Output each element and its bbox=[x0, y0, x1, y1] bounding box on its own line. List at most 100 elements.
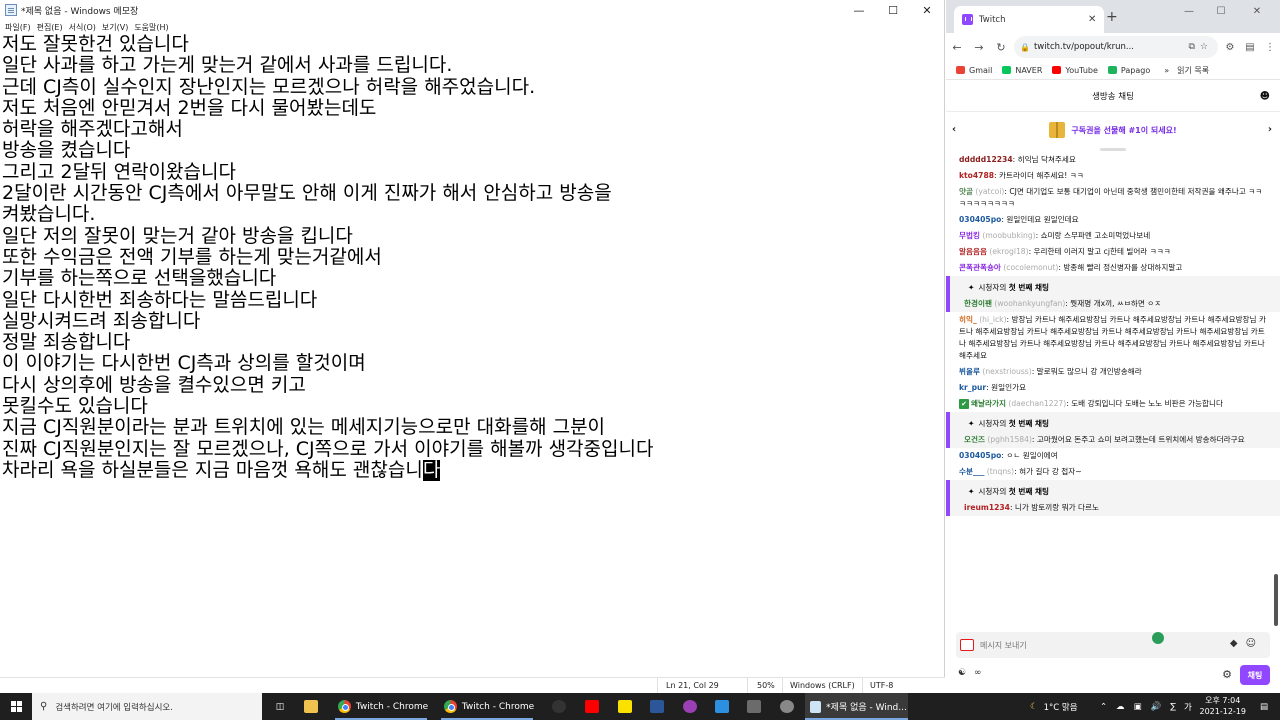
more-menu-icon[interactable]: ⋮ bbox=[1260, 42, 1280, 53]
bookmark-naver[interactable]: NAVER bbox=[1002, 66, 1042, 75]
bookmark-youtube[interactable]: YouTube bbox=[1052, 66, 1098, 75]
bookmark-label: Papago bbox=[1120, 65, 1151, 75]
share-star-icons[interactable]: ⧉☆ bbox=[1189, 42, 1219, 52]
chat-username[interactable]: 030405po bbox=[959, 451, 1001, 460]
menu-format[interactable]: 서식(O) bbox=[67, 20, 100, 34]
chat-username[interactable]: 히익_ bbox=[959, 315, 977, 324]
chrome-maximize-button[interactable]: ☐ bbox=[1206, 0, 1236, 22]
app-icon-2[interactable] bbox=[678, 693, 702, 720]
chat-username[interactable]: kr_pur bbox=[959, 383, 986, 392]
users-icon[interactable]: ☻ bbox=[1260, 91, 1270, 102]
chat-username[interactable]: ddddd12234 bbox=[959, 155, 1013, 164]
word-icon[interactable] bbox=[645, 693, 669, 720]
tab-twitch[interactable]: Twitch ✕ bbox=[954, 6, 1104, 33]
chat-message: 수분___ (tnqns): 혀가 길다 강 접자~ bbox=[946, 464, 1280, 480]
chevron-up-icon[interactable]: ⌃ bbox=[1100, 702, 1107, 712]
new-tab-button[interactable]: + bbox=[1106, 9, 1118, 25]
volume-icon[interactable]: 🔊 bbox=[1151, 702, 1162, 712]
chrome-close-button[interactable]: ✕ bbox=[1242, 0, 1272, 22]
app-icon-4[interactable] bbox=[742, 693, 766, 720]
bookmark-papago[interactable]: Papago bbox=[1107, 65, 1151, 75]
tab-search-icon[interactable]: ▤ bbox=[1240, 42, 1260, 53]
taskbar-chrome-2[interactable]: Twitch - Chrome bbox=[437, 693, 537, 720]
last-line-text: 차라리 욕을 하실분들은 지금 마음껏 욕해도 괜찮습니 bbox=[2, 458, 423, 481]
network-icon[interactable]: ▣ bbox=[1134, 702, 1142, 712]
bookmark-gmail[interactable]: Gmail bbox=[956, 66, 992, 75]
reading-list[interactable]: 읽기 목록 bbox=[1177, 65, 1209, 76]
grammarly-icon[interactable] bbox=[1152, 632, 1164, 644]
chat-username[interactable]: kto4788 bbox=[959, 171, 994, 180]
taskbar-app-label: *제목 없음 - Wind... bbox=[826, 703, 907, 713]
chat-input[interactable]: 메시지 보내기 ◆☺ bbox=[956, 632, 1270, 658]
chat-message: 무법킹 (moobubking): 쇼미랑 스무파멘 고소미먹었나보네 bbox=[946, 228, 1280, 244]
windows-logo-icon bbox=[10, 701, 22, 712]
app-icon-3[interactable] bbox=[710, 693, 734, 720]
chrome-minimize-button[interactable]: — bbox=[1174, 0, 1204, 22]
chat-username[interactable]: 수분___ bbox=[959, 467, 984, 476]
chat-username[interactable]: 무법킹 bbox=[959, 231, 980, 240]
menu-file[interactable]: 파일(F) bbox=[3, 20, 35, 34]
chat-username[interactable]: 오건즈 bbox=[964, 435, 985, 444]
chat-user-id: (moobubking) bbox=[982, 231, 1036, 240]
menu-help[interactable]: 도움말(H) bbox=[132, 20, 172, 34]
chevron-left-icon[interactable]: ‹ bbox=[952, 124, 956, 135]
close-tab-icon[interactable]: ✕ bbox=[1088, 14, 1104, 25]
sub-gift-banner[interactable]: ‹ 구독권을 선물해 #1이 되세요! › bbox=[946, 112, 1280, 148]
chat-username[interactable]: 왜날라가지 bbox=[971, 399, 1006, 408]
taskbar-chrome-1[interactable]: Twitch - Chrome bbox=[331, 693, 431, 720]
chat-username[interactable]: 알음음음 bbox=[959, 247, 987, 256]
chat-send-button[interactable]: 채팅 bbox=[1240, 665, 1270, 685]
forward-icon[interactable]: → bbox=[968, 41, 990, 54]
notification-icon[interactable]: ▤ bbox=[1260, 693, 1268, 720]
kakaotalk-icon[interactable] bbox=[613, 693, 637, 720]
first-chat-prefix: 시청자의 bbox=[978, 487, 1007, 496]
chat-messages[interactable]: ddddd12234: 히익님 닥쳐주세요 kto4788: 카트라이더 해주세요… bbox=[946, 152, 1280, 632]
menu-edit[interactable]: 편집(E) bbox=[35, 20, 67, 34]
cloud-icon[interactable]: ☁ bbox=[1116, 702, 1125, 712]
chat-user-id: (woohankyungfan) bbox=[994, 299, 1066, 308]
start-button[interactable] bbox=[0, 693, 32, 720]
youtube-icon[interactable] bbox=[580, 693, 604, 720]
reload-icon[interactable]: ↻ bbox=[990, 41, 1012, 54]
chat-message: 히익_ (hi_ick): 방장님 카트나 해주세요방장님 카트나 해주세요방장… bbox=[946, 312, 1280, 364]
minimize-button[interactable]: — bbox=[842, 0, 876, 20]
chat-username[interactable]: 얏골 bbox=[959, 187, 973, 196]
chat-text: : ㅇㄴ 원일이에여 bbox=[1001, 451, 1058, 460]
text-line: 실망시켜드려 죄송합니다 bbox=[2, 309, 201, 332]
chat-user-id: (daechan1227) bbox=[1008, 399, 1067, 408]
maximize-button[interactable]: ☐ bbox=[876, 0, 910, 20]
ime-indicator[interactable]: 가 bbox=[1184, 701, 1192, 713]
channel-points-icon[interactable]: ☯ bbox=[958, 668, 966, 678]
task-view-icon[interactable]: ◫ bbox=[270, 693, 290, 720]
notepad-text-area[interactable]: 저도 잘못한건 있습니다 일단 사과를 하고 가는게 맞는거 같에서 사과를 드… bbox=[0, 34, 944, 677]
chat-username[interactable]: 뷔올루 bbox=[959, 367, 980, 376]
emote-picker-icon[interactable]: ◆☺ bbox=[1230, 638, 1264, 649]
chat-scrollbar[interactable] bbox=[1274, 574, 1278, 626]
chat-username[interactable]: 콘폭관폭숑아 bbox=[959, 263, 1001, 272]
notepad-title-bar[interactable]: *제목 없음 - Windows 메모장 — ☐ ✕ bbox=[0, 0, 944, 20]
app-icon-5[interactable] bbox=[775, 693, 799, 720]
url-text: twitch.tv/popout/krun... bbox=[1033, 42, 1135, 52]
chat-settings-icon[interactable]: ⚙ bbox=[1222, 668, 1232, 681]
close-button[interactable]: ✕ bbox=[910, 0, 944, 20]
taskbar-notepad[interactable]: *제목 없음 - Wind... bbox=[805, 693, 908, 720]
file-explorer-icon[interactable] bbox=[300, 693, 322, 720]
back-icon[interactable]: ← bbox=[946, 41, 968, 54]
language-icon[interactable]: ∑ bbox=[1170, 702, 1176, 712]
address-bar[interactable]: 🔒 twitch.tv/popout/krun... ⧉☆ bbox=[1014, 36, 1218, 58]
taskbar-search[interactable]: ⚲ 검색하려면 여기에 입력하십시오. bbox=[32, 693, 262, 720]
emote-badge-icon[interactable] bbox=[960, 639, 974, 651]
chevron-right-icon[interactable]: › bbox=[1268, 124, 1272, 135]
chat-username[interactable]: ireum1234 bbox=[964, 503, 1010, 512]
chevron-right-icon[interactable]: » bbox=[1164, 66, 1169, 75]
menu-view[interactable]: 보기(V) bbox=[100, 20, 132, 34]
chat-message: 콘폭관폭숑아 (cocolemonut): 방종해 빨리 정신병자를 상대하지말… bbox=[946, 260, 1280, 276]
taskbar-clock[interactable]: 오후 7:04 2021-12-19 bbox=[1200, 695, 1247, 717]
app-icon-1[interactable] bbox=[547, 693, 571, 720]
chat-username[interactable]: 030405po bbox=[959, 215, 1001, 224]
chat-message: ✦ 시청자의 첫 번째 채팅 오건즈 (pghh1584): 고마웠어요 돈주고 쇼… bbox=[946, 412, 1280, 448]
extensions-icon[interactable]: ⚙ bbox=[1220, 42, 1240, 53]
system-tray-icons[interactable]: ⌃ ☁ ▣ 🔊 ∑ 가 bbox=[1100, 693, 1192, 720]
chat-username[interactable]: 한경이팬 bbox=[964, 299, 992, 308]
weather-widget[interactable]: ☾ 1°C 맑음 bbox=[1030, 693, 1078, 720]
